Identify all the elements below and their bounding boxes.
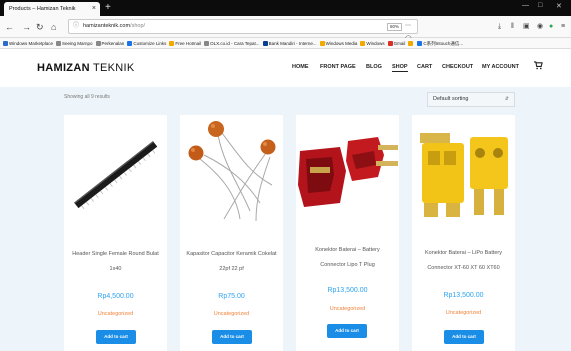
product-name[interactable]: Konektor Baterai – Battery Connector Lipo…: [296, 243, 399, 273]
product-category[interactable]: Uncategorized: [64, 311, 167, 317]
bookmark-item[interactable]: Bank Mandiri - Interne...: [262, 38, 317, 48]
browser-tab-bar: Products – Hamizan Teknik × + — □ ✕: [0, 0, 571, 16]
downloads-icon[interactable]: ⤓: [498, 20, 501, 33]
bookmark-label: Windows Marketplace: [9, 41, 54, 46]
bookmark-icon: [3, 41, 8, 46]
tab-close-icon[interactable]: ×: [92, 2, 96, 16]
extension-green-icon[interactable]: ●: [549, 20, 553, 33]
bookmark-item[interactable]: C系列Intouch通信...: [417, 38, 464, 48]
bookmark-icon: [204, 41, 210, 46]
browser-nav-bar: ← → ↻ ⌂ ⓘ hamizanteknik.com/shop/ 80% ⋯ …: [0, 16, 571, 55]
browser-tab[interactable]: Products – Hamizan Teknik ×: [4, 2, 100, 16]
bookmark-item[interactable]: [408, 38, 414, 48]
bookmark-item[interactable]: OLX.co.id - Cara Tepat...: [204, 38, 260, 48]
menu-icon[interactable]: ≡: [561, 20, 565, 33]
forward-icon[interactable]: →: [22, 20, 31, 34]
menu-shop[interactable]: SHOP: [392, 64, 408, 72]
bookmark-item[interactable]: Perkenalan: [95, 38, 125, 48]
bookmark-item[interactable]: Windows Media: [319, 38, 358, 48]
bookmark-label: Bank Mandiri - Interne...: [268, 41, 317, 46]
bookmark-icon: [319, 41, 325, 46]
bookmark-label: Free Hotmail: [175, 41, 202, 46]
bookmark-label: Gmail: [393, 41, 406, 46]
url-text: hamizanteknik.com/shop/: [83, 23, 146, 29]
bookmark-item[interactable]: Windows Marketplace: [3, 38, 54, 48]
results-count: Showing all 9 results: [64, 94, 110, 100]
product-category[interactable]: Uncategorized: [180, 311, 283, 317]
info-icon[interactable]: ⓘ: [73, 20, 79, 33]
bookmark-label: Windows: [366, 41, 385, 46]
product-image[interactable]: [296, 115, 399, 229]
product-price: Rp4,500.00: [97, 293, 134, 300]
new-tab-icon[interactable]: +: [105, 1, 111, 15]
bookmark-item[interactable]: Windows: [360, 38, 385, 48]
bookmark-label: Customize Links: [133, 41, 167, 46]
bookmark-label: C系列Intouch通信...: [423, 41, 464, 46]
maximize-icon[interactable]: □: [538, 2, 542, 9]
add-to-cart-button[interactable]: Add to cart: [212, 330, 252, 344]
menu-home[interactable]: HOME: [292, 64, 309, 70]
product-category[interactable]: Uncategorized: [296, 306, 399, 312]
home-icon[interactable]: ⌂: [51, 20, 56, 34]
bookmark-icon: [95, 41, 101, 46]
add-to-cart-button[interactable]: Add to cart: [444, 330, 484, 344]
menu-blog[interactable]: BLOG: [366, 64, 382, 70]
product-name[interactable]: Kapasitor Capacitor Keramik Cokelat 22pf …: [180, 247, 283, 277]
chevron-updown-icon: ⇵: [504, 96, 509, 102]
product-image[interactable]: [64, 115, 167, 229]
library-icon[interactable]: ‖: [511, 20, 514, 33]
bookmark-item[interactable]: Seeing Marnpo: [56, 38, 93, 48]
menu-checkout[interactable]: CHECKOUT: [442, 64, 473, 70]
add-to-cart-button[interactable]: Add to cart: [96, 330, 136, 344]
menu-my-account[interactable]: MY ACCOUNT: [482, 64, 519, 70]
tab-title: Products – Hamizan Teknik: [9, 6, 76, 12]
bookmark-item[interactable]: Gmail: [387, 38, 406, 48]
product-card[interactable]: Konektor Baterai – Battery Connector Lipo…: [296, 115, 399, 351]
product-price: Rp13,500.00: [327, 287, 368, 294]
menu-front-page[interactable]: FRONT PAGE: [320, 64, 356, 70]
site-logo[interactable]: HAMIZAN TEKNIK: [37, 62, 135, 74]
product-card[interactable]: Kapasitor Capacitor Keramik Cokelat 22pf …: [180, 115, 283, 351]
add-to-cart-button[interactable]: Add to cart: [327, 324, 367, 338]
extension-icon[interactable]: ◉: [537, 20, 543, 33]
menu-cart[interactable]: CART: [417, 64, 432, 70]
sidebar-icon[interactable]: ▣: [523, 20, 530, 33]
product-name[interactable]: Konektor Baterai – LiPo Battery Connector…: [412, 246, 515, 276]
bookmark-item[interactable]: Free Hotmail: [169, 38, 202, 48]
bookmark-icon: [408, 41, 414, 46]
bookmark-icon: [127, 41, 133, 46]
sorting-select[interactable]: Default sorting ⇵: [427, 92, 515, 107]
back-icon[interactable]: ←: [5, 20, 14, 34]
product-image[interactable]: [412, 115, 515, 229]
bookmark-label: Windows Media: [325, 41, 358, 46]
bookmark-label: Seeing Marnpo: [62, 41, 93, 46]
reload-icon[interactable]: ↻: [36, 20, 44, 34]
bookmark-icon: [387, 41, 393, 46]
bookmarks-bar: Windows Marketplace Seeing Marnpo Perkenal…: [0, 38, 571, 49]
bookmark-label: OLX.co.id - Cara Tepat...: [210, 41, 260, 46]
product-card[interactable]: Header Single Female Round Bulat 1x40 Rp4…: [64, 115, 167, 351]
bookmark-icon: [417, 41, 423, 46]
bookmark-icon: [169, 41, 175, 46]
site-header: HAMIZAN TEKNIK HOME FRONT PAGE BLOG SHOP…: [0, 49, 571, 87]
url-bar[interactable]: ⓘ hamizanteknik.com/shop/ 80% ⋯ ◯ ☆: [68, 19, 418, 55]
close-window-icon[interactable]: ✕: [556, 2, 562, 10]
bookmark-icon: [360, 41, 366, 46]
product-price: Rp75.00: [218, 293, 245, 300]
product-price: Rp13,500.00: [443, 292, 484, 299]
bookmark-icon: [56, 41, 62, 46]
bookmark-item[interactable]: Customize Links: [127, 38, 167, 48]
zoom-level[interactable]: 80%: [387, 23, 403, 31]
cart-icon[interactable]: [534, 61, 543, 70]
minimize-icon[interactable]: —: [522, 2, 529, 9]
product-name[interactable]: Header Single Female Round Bulat 1x40: [64, 247, 167, 277]
product-card[interactable]: Konektor Baterai – LiPo Battery Connector…: [412, 115, 515, 351]
bookmark-label: Perkenalan: [101, 41, 125, 46]
bookmark-icon: [262, 41, 268, 46]
product-image[interactable]: [180, 115, 283, 229]
product-category[interactable]: Uncategorized: [412, 310, 515, 316]
